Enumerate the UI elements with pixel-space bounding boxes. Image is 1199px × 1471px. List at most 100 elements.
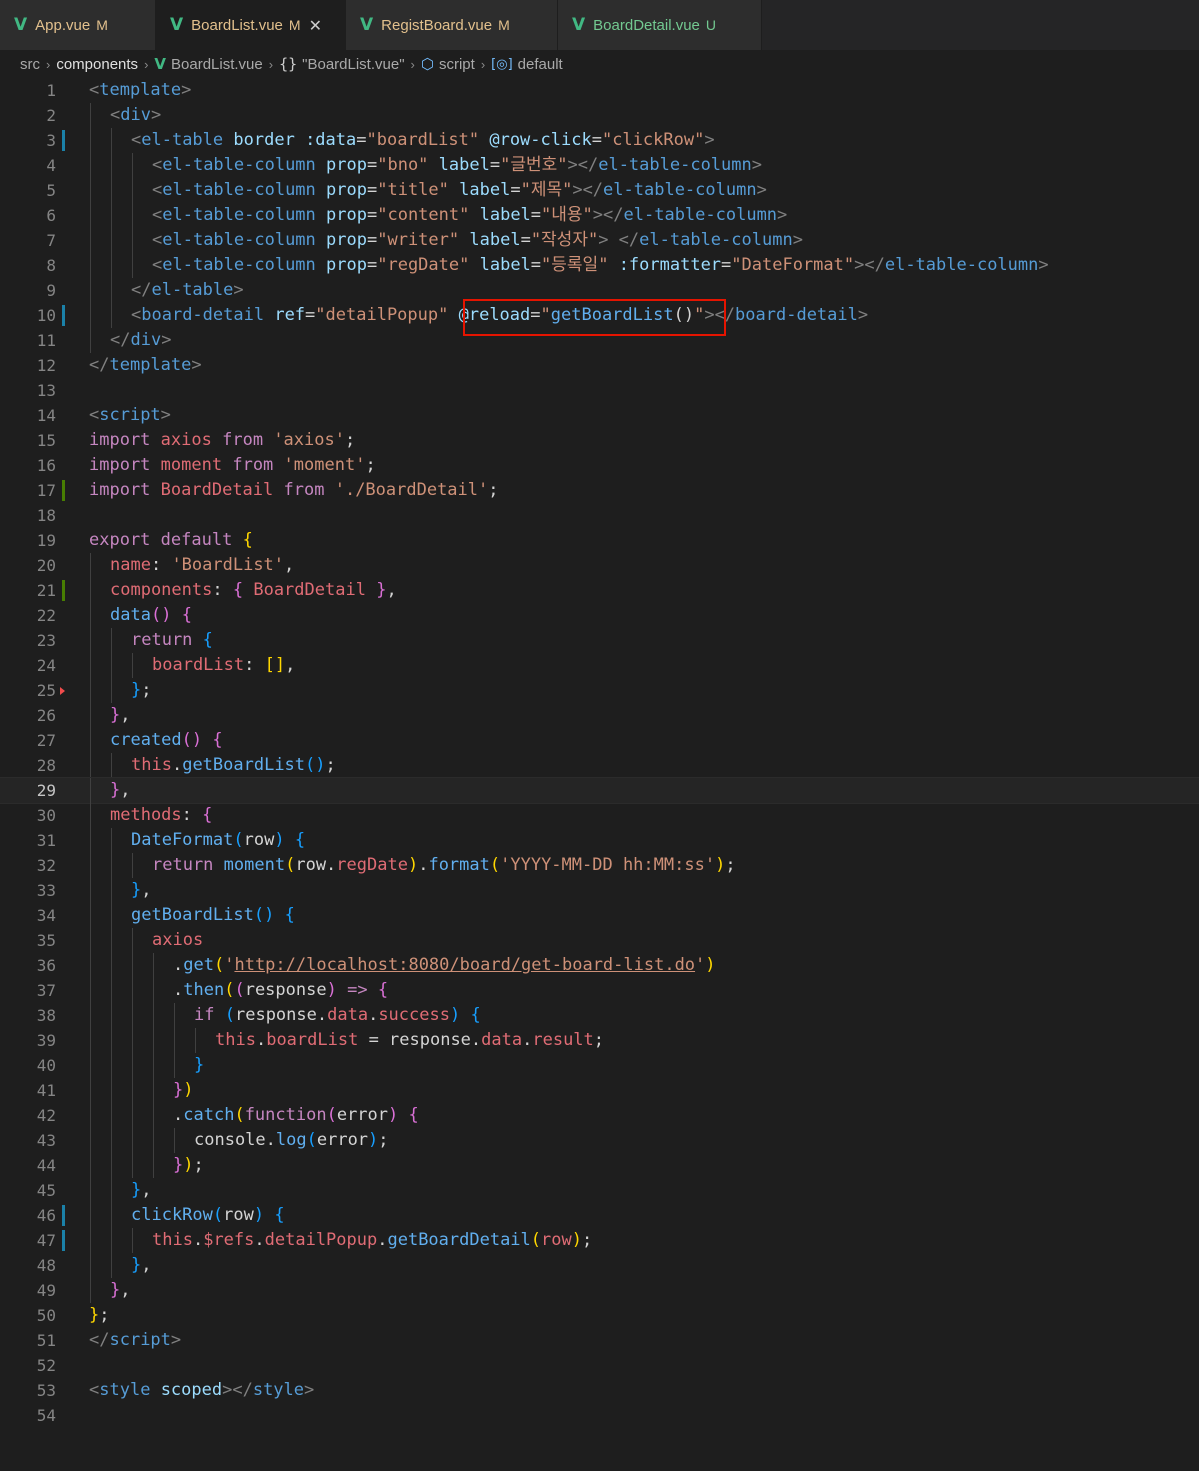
code-line[interactable]: 25}; bbox=[0, 678, 1199, 703]
code-line[interactable]: 5 <el-table-column prop="title" label="제목… bbox=[0, 178, 1199, 203]
code-line[interactable]: 15 import axios from 'axios'; bbox=[0, 428, 1199, 453]
code-token: ; bbox=[141, 680, 152, 700]
code-token: "clickRow" bbox=[601, 130, 705, 150]
indent-guide bbox=[111, 203, 112, 228]
code-token: < bbox=[89, 405, 100, 425]
code-line[interactable]: 2 <div> bbox=[0, 103, 1199, 128]
code-line[interactable]: 4 <el-table-column prop="bno" label="글번호"… bbox=[0, 153, 1199, 178]
code-token: @row-click bbox=[489, 130, 592, 150]
breadcrumb-file[interactable]: BoardList.vue bbox=[171, 56, 263, 73]
code-token: > </ bbox=[598, 230, 640, 250]
code-token: "writer" bbox=[377, 230, 460, 250]
code-line[interactable]: 10 <board-detail ref="detailPopup" @reloa… bbox=[0, 303, 1199, 328]
code-line[interactable]: 34 getBoardList() { bbox=[0, 903, 1199, 928]
git-gutter-marker[interactable] bbox=[60, 687, 65, 695]
git-gutter-marker[interactable] bbox=[62, 305, 65, 326]
code-line[interactable]: 30 methods: { bbox=[0, 803, 1199, 828]
code-line[interactable]: 35 axios bbox=[0, 928, 1199, 953]
code-token: prop bbox=[326, 230, 367, 250]
code-line[interactable]: 9 </el-table> bbox=[0, 278, 1199, 303]
code-line[interactable]: 23 return { bbox=[0, 628, 1199, 653]
code-line[interactable]: 38 if (response.data.success) { bbox=[0, 1003, 1199, 1028]
code-line[interactable]: 28 this.getBoardList(); bbox=[0, 753, 1199, 778]
tab-boardlist-vue[interactable]: V BoardList.vue M ✕ bbox=[156, 0, 346, 50]
breadcrumb-components[interactable]: components bbox=[56, 56, 138, 73]
code-token: data bbox=[481, 1030, 523, 1050]
code-line[interactable]: 37 .then((response) => { bbox=[0, 978, 1199, 1003]
git-gutter-marker[interactable] bbox=[62, 1205, 65, 1226]
code-token: ( bbox=[224, 1005, 235, 1025]
code-line[interactable]: 17 import BoardDetail from './BoardDetail… bbox=[0, 478, 1199, 503]
code-line[interactable]: 14 <script> bbox=[0, 403, 1199, 428]
code-line[interactable]: 21 components: { BoardDetail }, bbox=[0, 578, 1199, 603]
close-icon[interactable]: ✕ bbox=[309, 16, 322, 35]
code-token: ) bbox=[253, 1205, 265, 1225]
code-line[interactable]: 22 data() { bbox=[0, 603, 1199, 628]
code-line[interactable]: 41}) bbox=[0, 1078, 1199, 1103]
indent-guide bbox=[132, 1028, 133, 1053]
code-token: ; bbox=[193, 1155, 204, 1175]
code-line[interactable]: 27 created() { bbox=[0, 728, 1199, 753]
code-line[interactable]: 13 bbox=[0, 378, 1199, 403]
indent-guide bbox=[132, 953, 133, 978]
code-token: script bbox=[99, 405, 161, 425]
code-line[interactable]: 49}, bbox=[0, 1278, 1199, 1303]
code-line[interactable]: 3 <el-table border :data="boardList" @row… bbox=[0, 128, 1199, 153]
code-line[interactable]: 18 bbox=[0, 503, 1199, 528]
indent-guide bbox=[132, 1003, 133, 1028]
code-line[interactable]: 44}); bbox=[0, 1153, 1199, 1178]
code-line[interactable]: 46 clickRow(row) { bbox=[0, 1203, 1199, 1228]
code-line[interactable]: 24 boardList: [], bbox=[0, 653, 1199, 678]
code-line[interactable]: 32 return moment(row.regDate).format('YYY… bbox=[0, 853, 1199, 878]
code-line[interactable]: 33}, bbox=[0, 878, 1199, 903]
code-line[interactable]: 19 export default { bbox=[0, 528, 1199, 553]
code-line[interactable]: 29}, bbox=[0, 777, 1199, 804]
code-token: template bbox=[109, 355, 192, 375]
code-line[interactable]: 51 </script> bbox=[0, 1328, 1199, 1353]
tab-app-vue[interactable]: V App.vue M bbox=[0, 0, 156, 50]
code-line[interactable]: 42 .catch(function(error) { bbox=[0, 1103, 1199, 1128]
code-line[interactable]: 1 <template> bbox=[0, 78, 1199, 103]
code-line[interactable]: 43 console.log(error); bbox=[0, 1128, 1199, 1153]
code-line[interactable]: 26}, bbox=[0, 703, 1199, 728]
code-line[interactable]: 31 DateFormat(row) { bbox=[0, 828, 1199, 853]
breadcrumb-module[interactable]: "BoardList.vue" bbox=[302, 56, 404, 73]
git-gutter-marker[interactable] bbox=[62, 1230, 65, 1251]
tab-registboard-vue[interactable]: V RegistBoard.vue M bbox=[346, 0, 558, 50]
code-editor[interactable]: 1 <template> 2 <div> 3 <el-table border :data… bbox=[0, 78, 1199, 1428]
breadcrumb-default[interactable]: default bbox=[518, 56, 563, 73]
tab-boarddetail-vue[interactable]: V BoardDetail.vue U bbox=[558, 0, 762, 50]
code-line[interactable]: 40} bbox=[0, 1053, 1199, 1078]
code-line[interactable]: 53 <style scoped></style> bbox=[0, 1378, 1199, 1403]
chevron-right-icon: › bbox=[410, 56, 415, 72]
code-text: if (response.data.success) { bbox=[194, 1003, 481, 1028]
code-line[interactable]: 6 <el-table-column prop="content" label="… bbox=[0, 203, 1199, 228]
line-number: 47 bbox=[36, 1231, 56, 1250]
breadcrumb-src[interactable]: src bbox=[20, 56, 40, 73]
code-line[interactable]: 20 name: 'BoardList', bbox=[0, 553, 1199, 578]
code-line[interactable]: 45}, bbox=[0, 1178, 1199, 1203]
code-line[interactable]: 39 this.boardList = response.data.result; bbox=[0, 1028, 1199, 1053]
code-token: ; bbox=[378, 1130, 389, 1150]
git-gutter-marker[interactable] bbox=[62, 480, 65, 501]
code-line[interactable]: 52 bbox=[0, 1353, 1199, 1378]
code-line[interactable]: 48}, bbox=[0, 1253, 1199, 1278]
git-gutter-marker[interactable] bbox=[62, 130, 65, 151]
breadcrumb-script[interactable]: script bbox=[439, 56, 475, 73]
code-line[interactable]: 7 <el-table-column prop="writer" label="작… bbox=[0, 228, 1199, 253]
code-token: < bbox=[89, 1380, 100, 1400]
line-number: 26 bbox=[36, 706, 56, 725]
code-line[interactable]: 8 <el-table-column prop="regDate" label="… bbox=[0, 253, 1199, 278]
code-line[interactable]: 47 this.$refs.detailPopup.getBoardDetail(… bbox=[0, 1228, 1199, 1253]
code-line[interactable]: 16 import moment from 'moment'; bbox=[0, 453, 1199, 478]
code-text: import BoardDetail from './BoardDetail'; bbox=[89, 478, 499, 503]
code-line[interactable]: 50}; bbox=[0, 1303, 1199, 1328]
code-line[interactable]: 54 bbox=[0, 1403, 1199, 1428]
git-gutter-marker[interactable] bbox=[62, 580, 65, 601]
code-token: el-table-column bbox=[884, 255, 1039, 275]
code-line[interactable]: 36 .get('http://localhost:8080/board/get-… bbox=[0, 953, 1199, 978]
code-line[interactable]: 12 </template> bbox=[0, 353, 1199, 378]
code-line[interactable]: 11 </div> bbox=[0, 328, 1199, 353]
